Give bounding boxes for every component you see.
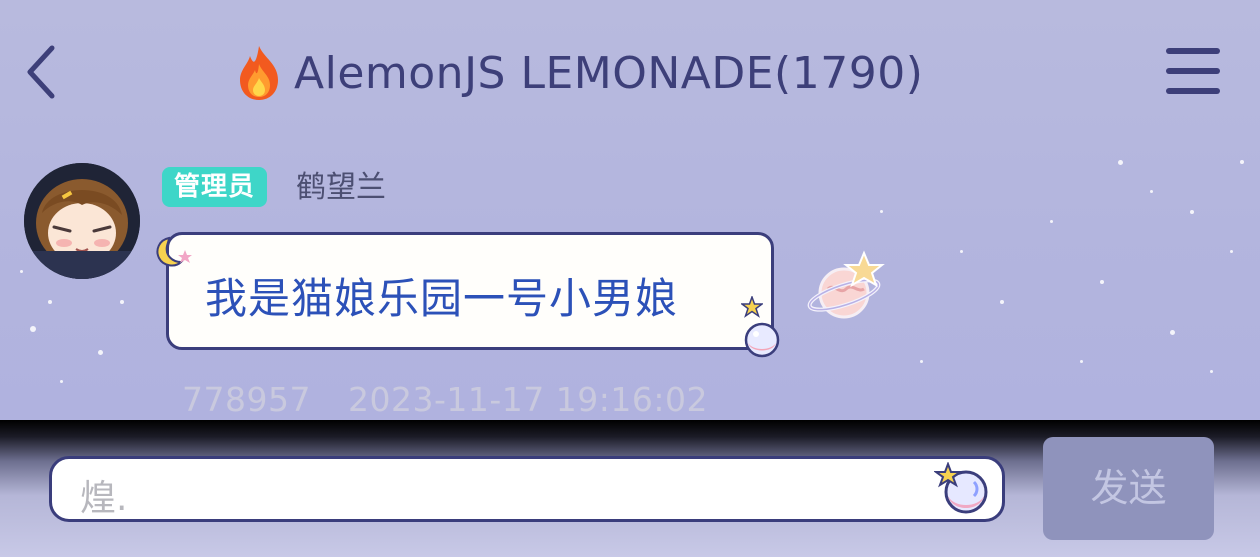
back-icon[interactable] [22,42,62,102]
message-bubble[interactable]: 我是猫娘乐园一号小男娘 [166,232,774,350]
planet-sticker-icon [807,250,885,319]
orb-icon[interactable] [934,462,992,518]
menu-icon[interactable] [1166,48,1220,94]
message-meta: 778957 2023-11-17 19:16:02 [182,380,734,419]
chat-title: AlemonJS LEMONADE(1790) [294,47,924,99]
orb-icon [744,322,780,358]
message-id: 778957 [182,380,311,419]
fire-icon [240,46,278,100]
message-input-value: 煌. [80,478,128,519]
moon-icon [156,236,192,267]
send-button[interactable]: 发送 [1043,437,1214,540]
message-text: 我是猫娘乐园一号小男娘 [205,274,679,323]
message-input[interactable]: 煌. [49,456,1005,522]
chat-header: AlemonJS LEMONADE(1790) [0,0,1260,140]
message-timestamp: 2023-11-17 19:16:02 [347,380,708,419]
star-icon [741,296,763,318]
avatar[interactable] [24,163,140,279]
sender-name[interactable]: 鹤望兰 [296,168,386,208]
chat-title-group: AlemonJS LEMONADE(1790) [234,38,923,108]
role-badge: 管理员 [162,167,268,207]
